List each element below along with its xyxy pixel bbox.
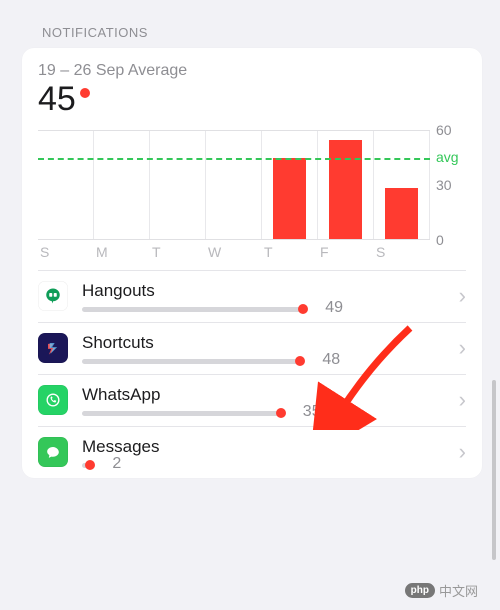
hangouts-icon <box>38 281 68 311</box>
shortcuts-icon <box>38 333 68 363</box>
chart-col <box>318 131 374 239</box>
chart-bar <box>329 140 362 239</box>
chevron-right-icon: › <box>459 283 466 309</box>
messages-icon <box>38 437 68 467</box>
x-tick: T <box>262 244 318 260</box>
app-row-body: WhatsApp 35 <box>82 385 449 416</box>
dot-icon <box>85 460 95 470</box>
app-row[interactable]: Messages2› <box>38 426 466 478</box>
avg-line <box>38 158 430 160</box>
x-tick: S <box>374 244 430 260</box>
average-value: 45 <box>38 82 76 118</box>
app-name: WhatsApp <box>82 385 449 405</box>
section-header: NOTIFICATIONS <box>22 25 482 40</box>
chart-col <box>94 131 150 239</box>
app-bar-row: 2 <box>82 463 449 468</box>
watermark: php 中文网 <box>405 581 478 600</box>
x-tick: W <box>206 244 262 260</box>
php-badge-icon: php <box>405 583 435 598</box>
app-row[interactable]: Shortcuts48› <box>38 322 466 374</box>
date-range: 19 – 26 Sep Average <box>38 62 466 80</box>
x-axis: SMTWTFS <box>38 244 466 260</box>
count-bar <box>82 307 303 312</box>
count-bar <box>82 463 90 468</box>
chart-bar <box>273 158 306 239</box>
weekly-bar-chart: 60300avg <box>38 130 466 240</box>
chart-bar <box>385 188 418 238</box>
app-list: Hangouts49›Shortcuts48›WhatsApp35›Messag… <box>38 270 466 478</box>
app-bar-row: 48 <box>82 359 449 364</box>
app-row-body: Shortcuts 48 <box>82 333 449 364</box>
chart-col <box>150 131 206 239</box>
count-bar <box>82 411 281 416</box>
x-tick: S <box>38 244 94 260</box>
avg-label: avg <box>436 149 459 165</box>
average-value-row: 45 <box>38 82 466 118</box>
x-tick: T <box>150 244 206 260</box>
chart-col <box>206 131 262 239</box>
chart-col <box>262 131 318 239</box>
count-bar <box>82 359 300 364</box>
app-row[interactable]: Hangouts49› <box>38 270 466 322</box>
chevron-right-icon: › <box>459 439 466 465</box>
app-count: 35 <box>303 403 321 421</box>
dot-icon <box>276 408 286 418</box>
app-count: 49 <box>325 299 343 317</box>
app-row[interactable]: WhatsApp35› <box>38 374 466 426</box>
app-bar-row: 49 <box>82 307 449 312</box>
y-tick: 30 <box>436 177 452 193</box>
app-name: Hangouts <box>82 281 449 301</box>
dot-icon <box>295 356 305 366</box>
chevron-right-icon: › <box>459 335 466 361</box>
y-tick: 0 <box>436 232 444 248</box>
y-axis: 60300avg <box>430 130 466 240</box>
app-count: 48 <box>322 351 340 369</box>
scrollbar[interactable] <box>492 380 496 560</box>
x-tick: F <box>318 244 374 260</box>
x-tick: M <box>94 244 150 260</box>
notifications-card: 19 – 26 Sep Average 45 60300avg SMTWTFS … <box>22 48 482 478</box>
app-bar-row: 35 <box>82 411 449 416</box>
chart-col <box>38 131 94 239</box>
app-row-body: Messages 2 <box>82 437 449 468</box>
watermark-text: 中文网 <box>439 581 478 600</box>
chart-col <box>374 131 430 239</box>
app-row-body: Hangouts 49 <box>82 281 449 312</box>
app-count: 2 <box>112 455 121 473</box>
app-name: Shortcuts <box>82 333 449 353</box>
chevron-right-icon: › <box>459 387 466 413</box>
dot-icon <box>298 304 308 314</box>
app-name: Messages <box>82 437 449 457</box>
whatsapp-icon <box>38 385 68 415</box>
y-tick: 60 <box>436 122 452 138</box>
dot-icon <box>80 88 90 98</box>
